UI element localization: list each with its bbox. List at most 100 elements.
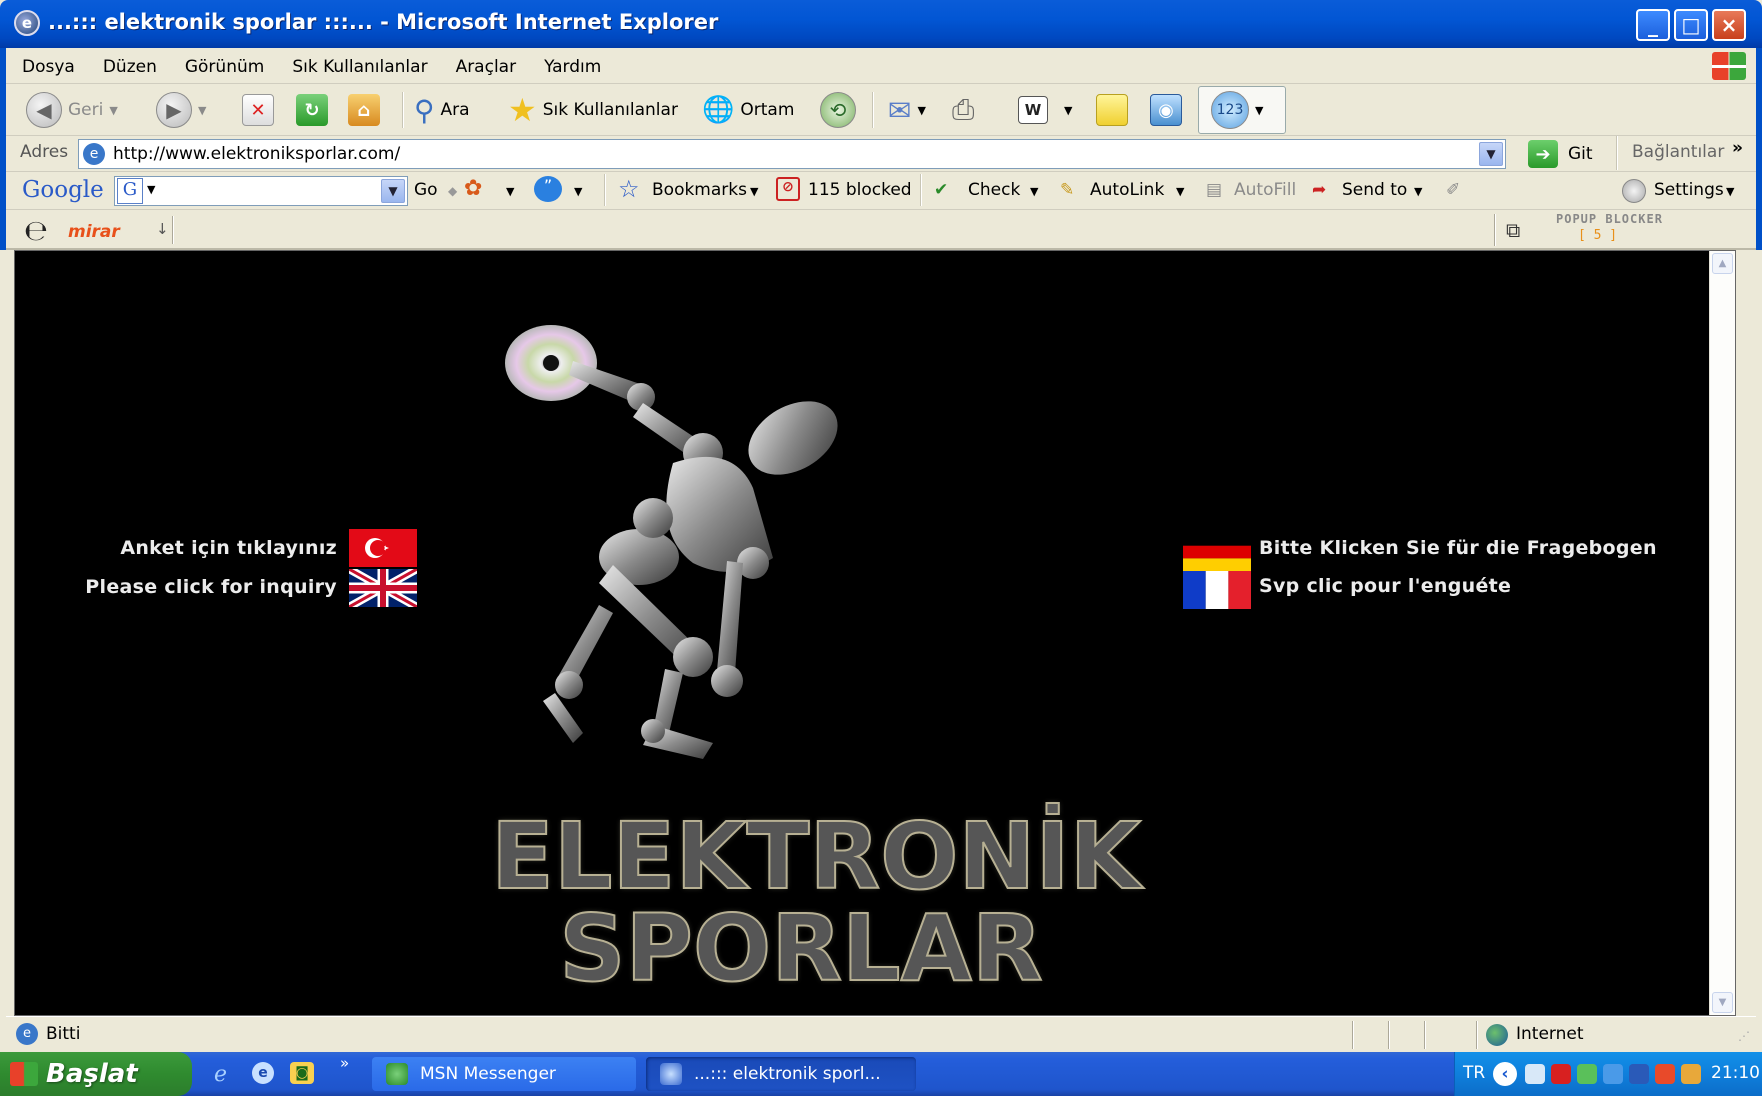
autolink-button[interactable]: AutoLink — [1090, 180, 1164, 200]
address-url[interactable]: http://www.elektroniksporlar.com/ — [113, 144, 400, 164]
quicklaunch-ie-icon[interactable]: ℯ — [214, 1062, 227, 1087]
start-button[interactable]: Başlat — [0, 1052, 192, 1096]
blogger-icon[interactable]: ” — [534, 176, 562, 202]
favorites-button[interactable]: ★ Sık Kullanılanlar — [508, 90, 678, 130]
research-button[interactable]: 123 ▼ — [1198, 86, 1286, 134]
google-logo[interactable]: Google — [22, 177, 104, 203]
highlighter-icon[interactable]: ✐ — [1446, 180, 1460, 200]
back-button[interactable]: ◀ Geri ▼ — [26, 90, 118, 130]
turkey-flag-icon[interactable] — [349, 529, 417, 567]
blocked-count-button[interactable]: 115 blocked — [808, 180, 912, 200]
minimize-button[interactable]: _ — [1636, 9, 1670, 41]
display-icon[interactable] — [1629, 1064, 1649, 1084]
back-dropdown-icon[interactable]: ▼ — [109, 104, 117, 117]
pagerank-icon[interactable]: ✿ — [464, 176, 482, 201]
search-label: Ara — [440, 100, 470, 120]
scroll-down-icon[interactable]: ▼ — [1712, 992, 1733, 1013]
autofill-button[interactable]: AutoFill — [1234, 180, 1296, 200]
task-msn-messenger[interactable]: MSN Messenger — [372, 1057, 636, 1091]
vertical-scrollbar[interactable]: ▲ ▼ — [1709, 251, 1735, 1015]
menu-gorunum[interactable]: Görünüm — [169, 48, 276, 77]
status-divider — [1476, 1021, 1478, 1049]
print-button[interactable]: ⎙ — [952, 90, 974, 130]
go-button[interactable]: ➔ Git — [1528, 140, 1593, 168]
menu-araclar[interactable]: Araçlar — [440, 48, 529, 77]
messenger-button[interactable]: ◉ — [1150, 90, 1182, 130]
anket-link[interactable]: Anket için tıklayınız — [120, 537, 337, 559]
quicklaunch-ie2-icon[interactable]: e — [252, 1062, 274, 1084]
france-flag-icon[interactable] — [1183, 571, 1251, 609]
quicklaunch-chevron-icon[interactable]: » — [340, 1054, 349, 1072]
google-search-dropdown-icon[interactable]: ▼ — [381, 179, 405, 203]
mirar-logo[interactable]: mirar — [68, 222, 120, 242]
clock[interactable]: 21:10 — [1711, 1063, 1760, 1083]
task-internet-explorer[interactable]: ...::: elektronik sporl... — [646, 1057, 916, 1091]
ati-icon[interactable] — [1551, 1064, 1571, 1084]
links-chevron-icon[interactable]: » — [1732, 138, 1743, 158]
uk-flag-icon[interactable] — [349, 569, 417, 607]
page-icon: e — [83, 143, 105, 165]
bookmarks-dropdown-icon[interactable]: ▼ — [750, 185, 758, 198]
menu-yardim[interactable]: Yardım — [528, 48, 613, 77]
resize-grip-icon[interactable]: ⋰ — [1738, 1029, 1750, 1043]
settings-button[interactable]: Settings — [1654, 180, 1724, 200]
media-label: Ortam — [740, 100, 795, 120]
quicklaunch-desktop-icon[interactable]: ◙ — [290, 1062, 314, 1084]
home-icon: ⌂ — [348, 94, 380, 126]
spellcheck-icon: ✔ — [934, 180, 949, 200]
germany-flag-icon[interactable] — [1183, 533, 1251, 571]
history-icon: ⟲ — [820, 92, 856, 128]
bookmarks-button[interactable]: Bookmarks — [652, 180, 747, 200]
home-button[interactable]: ⌂ — [348, 90, 380, 130]
fragebogen-link[interactable]: Bitte Klicken Sie für die Fragebogen — [1259, 537, 1657, 559]
language-indicator[interactable]: TR — [1463, 1063, 1485, 1083]
volume-icon[interactable] — [1525, 1064, 1545, 1084]
forward-button[interactable]: ▶ ▼ — [156, 90, 206, 130]
inquiry-link[interactable]: Please click for inquiry — [85, 576, 337, 598]
close-button[interactable]: × — [1712, 9, 1746, 41]
mirar-dropdown-icon[interactable]: ↓ — [156, 220, 169, 238]
check-dropdown-icon[interactable]: ▼ — [1030, 185, 1038, 198]
mail-icon: ✉ — [888, 93, 912, 127]
edit-dropdown-icon[interactable]: ▼ — [1064, 104, 1072, 117]
msn-tray-icon[interactable] — [1577, 1064, 1597, 1084]
update-icon[interactable] — [1681, 1064, 1701, 1084]
mail-dropdown-icon[interactable]: ▼ — [917, 104, 925, 117]
network-icon[interactable] — [1603, 1064, 1623, 1084]
check-button[interactable]: Check — [968, 180, 1020, 200]
edit-button[interactable]: W ▼ — [1018, 90, 1072, 130]
menu-duzen[interactable]: Düzen — [87, 48, 169, 77]
sendto-button[interactable]: Send to — [1342, 180, 1407, 200]
settings-dropdown-icon[interactable]: ▼ — [1726, 185, 1734, 198]
menu-dosya[interactable]: Dosya — [6, 48, 87, 77]
media-button[interactable]: 🌐 Ortam — [702, 90, 794, 130]
popup-blocker-count: [ 5 ] — [1578, 228, 1618, 243]
antivirus-icon[interactable] — [1655, 1064, 1675, 1084]
sendto-dropdown-icon[interactable]: ▼ — [1414, 185, 1422, 198]
mail-button[interactable]: ✉ ▼ — [888, 90, 926, 130]
refresh-button[interactable]: ↻ — [296, 90, 328, 130]
forward-dropdown-icon[interactable]: ▼ — [198, 104, 206, 117]
history-button[interactable]: ⟲ — [820, 90, 856, 130]
links-label[interactable]: Bağlantılar — [1632, 142, 1724, 162]
discuss-button[interactable] — [1096, 90, 1128, 130]
forward-arrow-icon: ▶ — [156, 92, 192, 128]
address-dropdown-icon[interactable]: ▼ — [1479, 142, 1503, 166]
tray-expand-icon[interactable]: ‹ — [1493, 1062, 1517, 1086]
google-g-icon[interactable]: G — [117, 178, 143, 204]
research-dropdown-icon[interactable]: ▼ — [1255, 104, 1263, 117]
stop-button[interactable]: ✕ — [242, 90, 274, 130]
enquete-link[interactable]: Svp clic pour l'enguéte — [1259, 575, 1511, 597]
search-button[interactable]: ⚲ Ara — [414, 90, 470, 130]
google-search-input[interactable]: G ▼ ▼ — [114, 176, 408, 206]
pagerank-dropdown-icon[interactable]: ▼ — [506, 185, 514, 198]
address-input[interactable]: e http://www.elektroniksporlar.com/ ▼ — [78, 139, 1506, 169]
autolink-dropdown-icon[interactable]: ▼ — [1176, 185, 1184, 198]
blogger-dropdown-icon[interactable]: ▼ — [574, 185, 582, 198]
popup-windows-icon[interactable]: ⧉ — [1506, 218, 1520, 242]
google-go-button[interactable]: Go — [414, 180, 438, 200]
google-g-dropdown-icon[interactable]: ▼ — [147, 183, 155, 196]
maximize-button[interactable]: □ — [1674, 9, 1708, 41]
scroll-up-icon[interactable]: ▲ — [1712, 253, 1733, 274]
menu-sik-kullanilanlar[interactable]: Sık Kullanılanlar — [276, 48, 439, 77]
